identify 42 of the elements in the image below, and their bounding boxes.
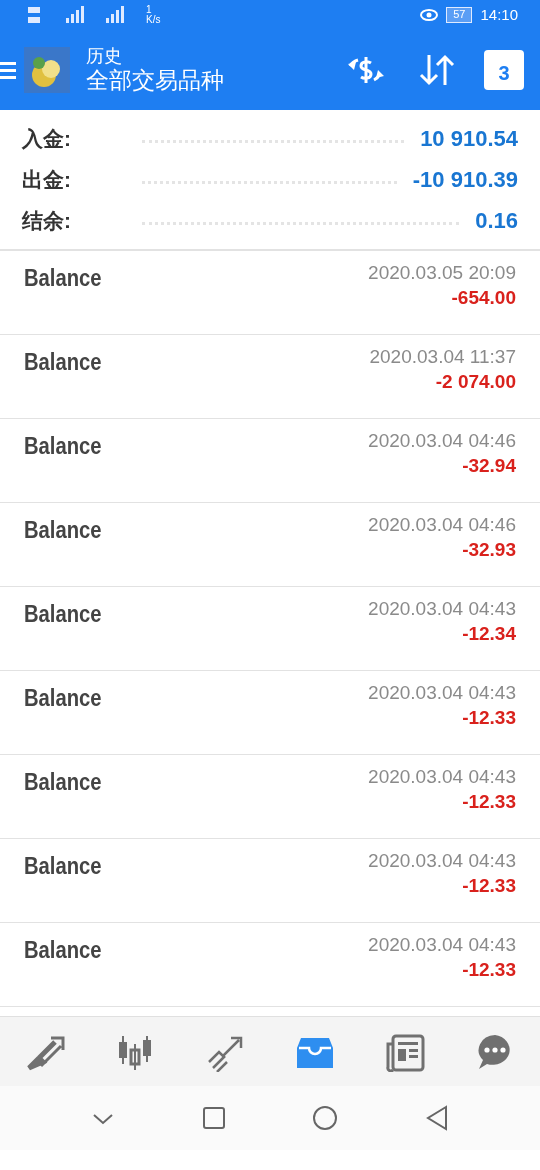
deal-type: Balance	[24, 852, 102, 881]
deal-time: 2020.03.04 04:43	[368, 597, 516, 621]
deal-time: 2020.03.05 20:09	[368, 261, 516, 285]
summary-value: 0.16	[475, 207, 518, 235]
summary-label: 出金:	[22, 166, 72, 193]
eye-icon	[420, 9, 439, 21]
deal-time: 2020.03.04 04:43	[368, 765, 516, 789]
summary-label: 结余:	[22, 207, 72, 234]
deal-type: Balance	[24, 348, 102, 377]
app-logo-icon	[24, 47, 70, 93]
summary-value: -10 910.39	[412, 166, 518, 194]
deal-type: Balance	[24, 600, 102, 629]
screen-title: 历史	[86, 46, 123, 68]
calendar-button[interactable]: 3	[484, 50, 524, 90]
deal-type: Balance	[24, 768, 102, 797]
clock-time: 14:10	[480, 4, 518, 25]
deal-amount: -2 074.00	[435, 369, 516, 394]
deal-type: Balance	[24, 516, 102, 545]
deal-amount: -12.33	[462, 789, 516, 814]
speed-unit: K/s	[146, 15, 161, 25]
deal-amount: -12.33	[462, 873, 516, 898]
symbol-filter: 全部交易品种	[86, 67, 224, 94]
battery-level: 57	[446, 7, 473, 23]
deal-amount: -654.00	[451, 285, 516, 310]
deal-time: 2020.03.04 04:46	[368, 429, 516, 453]
deal-amount: -12.34	[462, 621, 516, 646]
deal-type: Balance	[24, 432, 102, 461]
deal-time: 2020.03.04 04:46	[368, 513, 516, 537]
summary-value: 10 910.54	[420, 125, 518, 153]
deal-type: Balance	[24, 264, 102, 293]
deal-time: 2020.03.04 04:43	[368, 681, 516, 705]
deal-type: Balance	[24, 684, 102, 713]
speed-value: 1	[146, 5, 153, 15]
deal-time: 2020.03.04 11:37	[369, 345, 516, 369]
deal-amount: -12.33	[462, 705, 516, 730]
summary-label: 入金:	[22, 125, 72, 152]
deal-amount: -32.93	[462, 537, 516, 562]
deal-amount: -32.94	[462, 453, 516, 478]
deal-time: 2020.03.04 04:43	[368, 933, 516, 957]
deal-amount: -12.33	[462, 957, 516, 982]
deal-type: Balance	[24, 936, 102, 965]
deal-time: 2020.03.04 04:43	[368, 849, 516, 873]
